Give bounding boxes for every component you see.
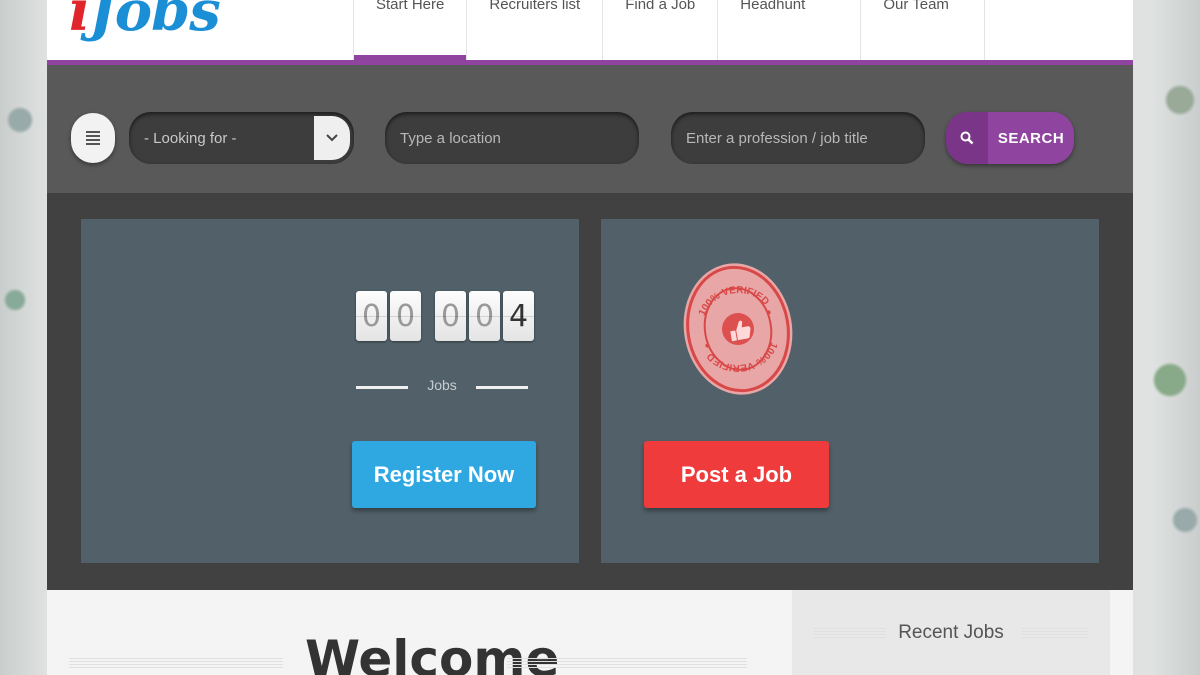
nav-item-label: Our Team [883,0,949,13]
nav-item-label: Start Here [376,0,445,13]
looking-for-value: - Looking for - [144,129,237,147]
nav-item-label: Find a Job [625,0,696,13]
logo-text: Jobs [89,0,221,44]
search-button-label: SEARCH [997,129,1065,147]
nav-item-label: Headhunt [740,0,806,13]
nav-item-label: Recruiters list [489,0,581,13]
looking-for-select[interactable]: - Looking for - [129,112,354,164]
search-button[interactable]: SEARCH [946,112,1074,164]
content-area: Welcome Recent Jobs [47,590,1133,675]
header: iJobs Start Here Recruiters list Find a … [47,0,1133,60]
chevron-down-icon[interactable] [314,116,350,160]
jobs-label-row: Jobs [356,377,528,397]
register-now-button[interactable]: Register Now [352,441,536,508]
counter-digit: 4 [503,291,534,341]
counter-digit: 0 [435,291,466,341]
search-bar: - Looking for - SEARCH [47,65,1133,193]
main-nav: Start Here Recruiters list Find a Job He… [353,0,985,60]
counter-digit: 0 [390,291,421,341]
profession-input[interactable] [671,112,925,164]
nav-item-headhunt[interactable]: Headhunt [717,0,860,60]
jobs-label: Jobs [427,377,457,393]
location-input[interactable] [385,112,639,164]
counter-digit: 0 [469,291,500,341]
decorative-rule [507,658,747,670]
jobs-counter: 0 0 0 0 4 [356,291,537,341]
nav-item-find-a-job[interactable]: Find a Job [602,0,717,60]
recent-jobs-sidebar: Recent Jobs [792,590,1110,675]
employer-panel: 100% VERIFIED 100% VERIFIED Post a Job [601,219,1099,563]
menu-button[interactable] [71,113,115,163]
post-a-job-button[interactable]: Post a Job [644,441,829,508]
jobseeker-panel: 0 0 0 0 4 Jobs Register Now [81,219,579,563]
decorative-rule [1022,628,1088,640]
decorative-rule [69,658,283,670]
verified-stamp: 100% VERIFIED 100% VERIFIED [683,263,793,395]
nav-item-recruiters-list[interactable]: Recruiters list [466,0,602,60]
hero-panels: 0 0 0 0 4 Jobs Register Now 100% VERIFIE… [47,193,1133,590]
logo-initial: i [69,0,90,44]
counter-digit: 0 [356,291,387,341]
menu-icon [86,129,100,147]
search-icon [946,112,988,164]
nav-item-start-here[interactable]: Start Here [353,0,467,60]
nav-item-our-team[interactable]: Our Team [860,0,985,60]
site-container: iJobs Start Here Recruiters list Find a … [47,0,1133,675]
logo[interactable]: iJobs [69,0,221,44]
divider-line [476,386,528,389]
